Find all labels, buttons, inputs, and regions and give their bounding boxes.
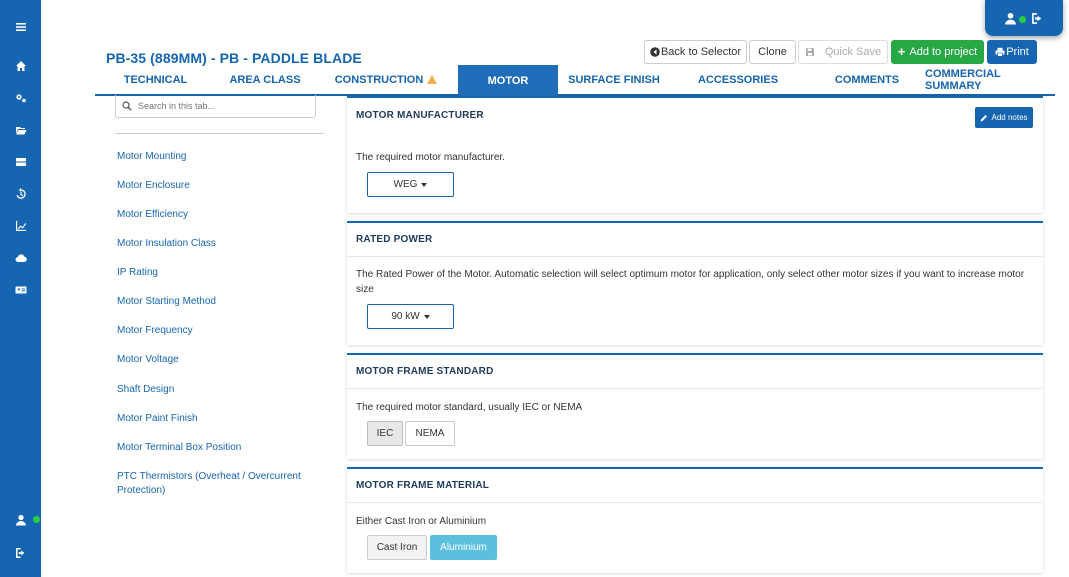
section-description: Either Cast Iron or Aluminium [356, 516, 487, 527]
sidebar-link-ptc-thermistors[interactable]: PTC Thermistors (Overheat / Overcurrent … [117, 470, 312, 498]
print-button[interactable]: Print [987, 40, 1037, 64]
section-title: MOTOR FRAME STANDARD [347, 355, 1043, 389]
page-title: PB-35 (889MM) - PB - PADDLE BLADE [106, 50, 362, 66]
print-icon [995, 47, 1005, 57]
section-title: RATED POWER [347, 223, 1043, 257]
id-card-icon[interactable] [0, 281, 41, 299]
folder-open-icon[interactable] [0, 121, 41, 139]
cloud-icon[interactable] [0, 249, 41, 267]
section-description: The required motor standard, usually IEC… [356, 402, 583, 413]
warning-icon [427, 75, 438, 84]
quick-save-button[interactable]: Quick Save [798, 40, 888, 64]
sidebar-link-motor-insulation-class[interactable]: Motor Insulation Class [117, 237, 317, 251]
tab-technical[interactable]: TECHNICAL [95, 65, 216, 94]
sidebar-link-motor-mounting[interactable]: Motor Mounting [117, 150, 317, 164]
cogs-icon[interactable] [0, 89, 41, 107]
sidebar-link-motor-terminal-box-position[interactable]: Motor Terminal Box Position [117, 441, 317, 455]
motor-manufacturer-section: MOTOR MANUFACTURER Add notes The require… [347, 96, 1043, 213]
tab-motor[interactable]: MOTOR [458, 65, 558, 96]
sign-out-icon[interactable] [0, 544, 41, 562]
section-title: MOTOR FRAME MATERIAL [347, 469, 1043, 503]
online-status-dot [1019, 15, 1026, 23]
online-status-dot [33, 516, 40, 523]
user-menu-box [985, 0, 1063, 36]
option-iec[interactable]: IEC [367, 421, 403, 446]
option-aluminium[interactable]: Aluminium [430, 535, 497, 560]
sidebar-link-motor-enclosure[interactable]: Motor Enclosure [117, 179, 317, 193]
arrow-circle-left-icon [650, 47, 660, 57]
line-chart-icon[interactable] [0, 217, 41, 235]
caret-down-icon [421, 182, 428, 187]
home-icon[interactable] [0, 57, 41, 75]
hamburger-menu-icon[interactable] [0, 18, 41, 36]
sidebar-link-motor-paint-finish[interactable]: Motor Paint Finish [117, 412, 317, 426]
sidebar-link-motor-frequency[interactable]: Motor Frequency [117, 324, 317, 338]
section-title: MOTOR MANUFACTURER [356, 109, 484, 121]
search-icon [122, 101, 132, 111]
left-nav-rail [0, 0, 41, 577]
tab-search-box [115, 95, 316, 118]
option-cast-iron[interactable]: Cast Iron [367, 535, 427, 560]
rated-power-dropdown[interactable]: 90 kW [367, 304, 454, 329]
caret-down-icon [423, 314, 430, 319]
sidebar-link-motor-efficiency[interactable]: Motor Efficiency [117, 208, 317, 222]
plus-icon: + [897, 44, 906, 59]
back-to-selector-button[interactable]: Back to Selector [644, 40, 747, 64]
sign-out-icon[interactable] [1031, 12, 1044, 25]
rated-power-section: RATED POWER The Rated Power of the Motor… [347, 221, 1043, 345]
add-notes-button[interactable]: Add notes [975, 107, 1033, 128]
pencil-icon [980, 114, 988, 121]
tab-accessories[interactable]: ACCESSORIES [670, 65, 806, 94]
search-input[interactable] [138, 101, 308, 111]
tab-area-class[interactable]: AREA CLASS [216, 65, 314, 94]
manufacturer-dropdown[interactable]: WEG [367, 172, 454, 197]
tab-comments[interactable]: COMMENTS [821, 65, 913, 94]
tab-bar: TECHNICAL AREA CLASS CONSTRUCTION MOTOR … [95, 65, 1055, 96]
option-nema[interactable]: NEMA [405, 421, 455, 446]
sidebar-link-motor-voltage[interactable]: Motor Voltage [117, 353, 317, 367]
history-icon[interactable] [0, 185, 41, 203]
section-description: The required motor manufacturer. [356, 152, 505, 163]
server-icon[interactable] [0, 153, 41, 171]
tab-commercial-summary[interactable]: COMMERCIAL SUMMARY [925, 65, 1055, 94]
sidebar-link-shaft-design[interactable]: Shaft Design [117, 383, 317, 397]
floppy-disk-icon [805, 48, 814, 56]
user-icon[interactable] [1004, 12, 1026, 25]
sidebar-link-ip-rating[interactable]: IP Rating [117, 266, 317, 280]
sidebar-divider [115, 133, 324, 134]
add-to-project-button[interactable]: + Add to project [891, 40, 984, 64]
sidebar-link-motor-starting-method[interactable]: Motor Starting Method [117, 295, 317, 309]
section-description: The Rated Power of the Motor. Automatic … [356, 269, 1025, 295]
tab-construction[interactable]: CONSTRUCTION [314, 65, 458, 94]
motor-frame-material-section: MOTOR FRAME MATERIAL Either Cast Iron or… [347, 467, 1043, 573]
clone-button[interactable]: Clone [749, 40, 796, 64]
motor-frame-standard-section: MOTOR FRAME STANDARD The required motor … [347, 353, 1043, 459]
tab-surface-finish[interactable]: SURFACE FINISH [558, 65, 670, 94]
